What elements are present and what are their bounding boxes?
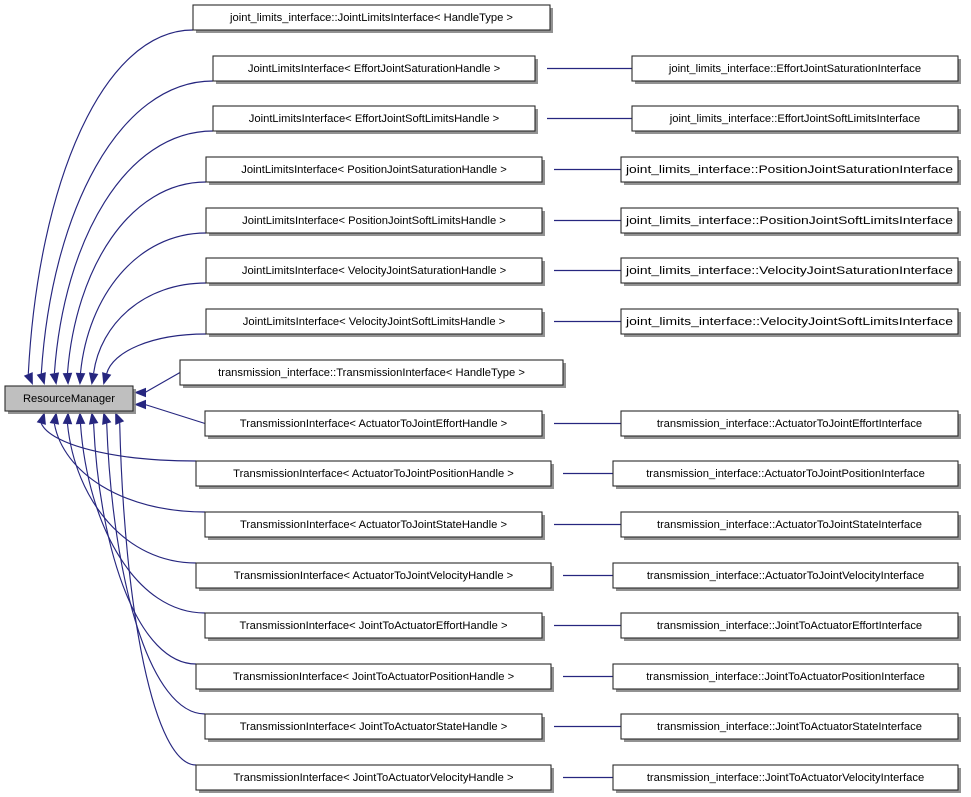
node-label: transmission_interface::TransmissionInte…: [218, 367, 525, 379]
arrow-head-icon: [88, 372, 99, 385]
node-joint-limits-interface-positionjointsoftlimitsinterface[interactable]: joint_limits_interface::PositionJointSof…: [620, 207, 961, 236]
inheritance-graph-canvas: joint_limits_interface::JointLimitsInter…: [4, 4, 961, 793]
node-transmissioninterface-actuatortojointefforthandle[interactable]: TransmissionInterface< ActuatorToJointEf…: [204, 410, 545, 439]
node-transmission-interface-actuatortojointpositioninterface[interactable]: transmission_interface::ActuatorToJointP…: [612, 460, 961, 489]
arrow-head-icon: [49, 372, 60, 385]
node-transmission-interface-jointtoactuatorstateinterface[interactable]: transmission_interface::JointToActuatorS…: [620, 713, 961, 742]
node-transmissioninterface-jointtoactuatorvelocityhandle[interactable]: TransmissionInterface< JointToActuatorVe…: [195, 764, 554, 793]
node-jointlimitsinterface-positionjointsoftlimitshandle[interactable]: JointLimitsInterface< PositionJointSoftL…: [205, 207, 545, 236]
node-label: joint_limits_interface::EffortJointSoftL…: [669, 113, 920, 125]
node-transmissioninterface-jointtoactuatorefforthandle[interactable]: TransmissionInterface< JointToActuatorEf…: [204, 612, 545, 641]
node-label: TransmissionInterface< JointToActuatorVe…: [233, 772, 513, 784]
edge-curve: [53, 130, 214, 374]
node-label: ResourceManager: [23, 393, 115, 405]
node-transmission-interface-jointtoactuatorpositioninterface[interactable]: transmission_interface::JointToActuatorP…: [612, 663, 961, 692]
node-label: joint_limits_interface::JointLimitsInter…: [229, 12, 513, 24]
node-jointlimitsinterface-effortjointsaturationhandle[interactable]: JointLimitsInterface< EffortJointSaturat…: [212, 55, 538, 84]
node-label: TransmissionInterface< ActuatorToJointVe…: [234, 570, 513, 582]
node-transmissioninterface-jointtoactuatorpositionhandle[interactable]: TransmissionInterface< JointToActuatorPo…: [195, 663, 554, 692]
node-label: joint_limits_interface::VelocityJointSof…: [625, 316, 953, 328]
node-label: transmission_interface::ActuatorToJointE…: [657, 418, 922, 430]
node-label: TransmissionInterface< JointToActuatorSt…: [240, 721, 508, 733]
node-label: JointLimitsInterface< EffortJointSoftLim…: [249, 113, 499, 125]
node-transmissioninterface-jointtoactuatorstatehandle[interactable]: TransmissionInterface< JointToActuatorSt…: [204, 713, 545, 742]
node-label: JointLimitsInterface< PositionJointSatur…: [241, 164, 507, 176]
node-label: JointLimitsInterface< EffortJointSaturat…: [248, 63, 500, 75]
node-label: JointLimitsInterface< PositionJointSoftL…: [242, 215, 506, 227]
node-label: transmission_interface::JointToActuatorV…: [647, 772, 924, 784]
edge-curve: [40, 80, 214, 374]
arrow-head-icon: [75, 372, 86, 385]
node-jointlimitsinterface-positionjointsaturationhandle[interactable]: JointLimitsInterface< PositionJointSatur…: [205, 156, 545, 185]
node-transmission-interface-jointtoactuatorvelocityinterface[interactable]: transmission_interface::JointToActuatorV…: [612, 764, 961, 793]
node-resourcemanager[interactable]: ResourceManager: [4, 385, 136, 414]
edge-curve: [66, 423, 197, 564]
edge-curve: [40, 423, 197, 462]
node-label: joint_limits_interface::EffortJointSatur…: [668, 63, 921, 75]
node-label: TransmissionInterface< JointToActuatorPo…: [233, 671, 514, 683]
node-label: transmission_interface::ActuatorToJointP…: [646, 468, 925, 480]
node-label: JointLimitsInterface< VelocityJointSatur…: [242, 265, 506, 277]
node-transmissioninterface-actuatortojointpositionhandle[interactable]: TransmissionInterface< ActuatorToJointPo…: [195, 460, 554, 489]
node-joint-limits-interface-velocityjointsaturationinterface[interactable]: joint_limits_interface::VelocityJointSat…: [620, 257, 961, 286]
node-label: TransmissionInterface< ActuatorToJointSt…: [240, 519, 507, 531]
arrow-head-icon: [36, 372, 46, 385]
node-joint-limits-interface-jointlimitsinterface-handletype[interactable]: joint_limits_interface::JointLimitsInter…: [192, 4, 553, 33]
edge-curve: [119, 423, 197, 766]
node-transmissioninterface-actuatortojointstatehandle[interactable]: TransmissionInterface< ActuatorToJointSt…: [204, 511, 545, 540]
node-joint-limits-interface-velocityjointsoftlimitsinterface[interactable]: joint_limits_interface::VelocityJointSof…: [620, 308, 961, 337]
arrow-head-icon: [62, 372, 73, 385]
arrow-head-icon: [102, 372, 112, 385]
node-label: joint_limits_interface::PositionJointSof…: [625, 215, 953, 227]
node-label: transmission_interface::JointToActuatorE…: [657, 620, 922, 632]
node-joint-limits-interface-effortjointsaturationinterface[interactable]: joint_limits_interface::EffortJointSatur…: [631, 55, 961, 84]
node-transmission-interface-actuatortojointstateinterface[interactable]: transmission_interface::ActuatorToJointS…: [620, 511, 961, 540]
node-label: TransmissionInterface< ActuatorToJointEf…: [240, 418, 507, 430]
node-joint-limits-interface-positionjointsaturationinterface[interactable]: joint_limits_interface::PositionJointSat…: [620, 156, 961, 185]
node-transmission-interface-actuatortojointeffortinterface[interactable]: transmission_interface::ActuatorToJointE…: [620, 410, 961, 439]
node-label: TransmissionInterface< ActuatorToJointPo…: [233, 468, 514, 480]
node-jointlimitsinterface-effortjointsoftlimitshandle[interactable]: JointLimitsInterface< EffortJointSoftLim…: [212, 105, 538, 134]
node-transmissioninterface-actuatortojointvelocityhandle[interactable]: TransmissionInterface< ActuatorToJointVe…: [195, 562, 554, 591]
node-label: transmission_interface::ActuatorToJointV…: [647, 570, 924, 582]
node-label: TransmissionInterface< JointToActuatorEf…: [239, 620, 507, 632]
node-label: transmission_interface::JointToActuatorP…: [646, 671, 925, 683]
node-label: joint_limits_interface::PositionJointSat…: [625, 164, 953, 176]
nodes-layer: joint_limits_interface::JointLimitsInter…: [4, 4, 961, 793]
edge-line: [144, 403, 206, 425]
node-jointlimitsinterface-velocityjointsoftlimitshandle[interactable]: JointLimitsInterface< VelocityJointSoftL…: [205, 308, 545, 337]
node-joint-limits-interface-effortjointsoftlimitsinterface[interactable]: joint_limits_interface::EffortJointSoftL…: [631, 105, 961, 134]
node-transmission-interface-jointtoactuatoreffortinterface[interactable]: transmission_interface::JointToActuatorE…: [620, 612, 961, 641]
arrow-head-icon: [23, 372, 33, 385]
node-label: transmission_interface::ActuatorToJointS…: [657, 519, 922, 531]
node-jointlimitsinterface-velocityjointsaturationhandle[interactable]: JointLimitsInterface< VelocityJointSatur…: [205, 257, 545, 286]
inheritance-diagram: joint_limits_interface::JointLimitsInter…: [0, 0, 971, 797]
node-label: transmission_interface::JointToActuatorS…: [657, 721, 922, 733]
edge-curve: [66, 181, 207, 374]
node-label: joint_limits_interface::VelocityJointSat…: [625, 265, 953, 277]
node-transmission-interface-transmissioninterface-handletype[interactable]: transmission_interface::TransmissionInte…: [179, 359, 566, 388]
edge-line: [144, 372, 181, 393]
edge-curve: [27, 29, 194, 374]
node-label: JointLimitsInterface< VelocityJointSoftL…: [243, 316, 505, 328]
node-transmission-interface-actuatortojointvelocityinterface[interactable]: transmission_interface::ActuatorToJointV…: [612, 562, 961, 591]
